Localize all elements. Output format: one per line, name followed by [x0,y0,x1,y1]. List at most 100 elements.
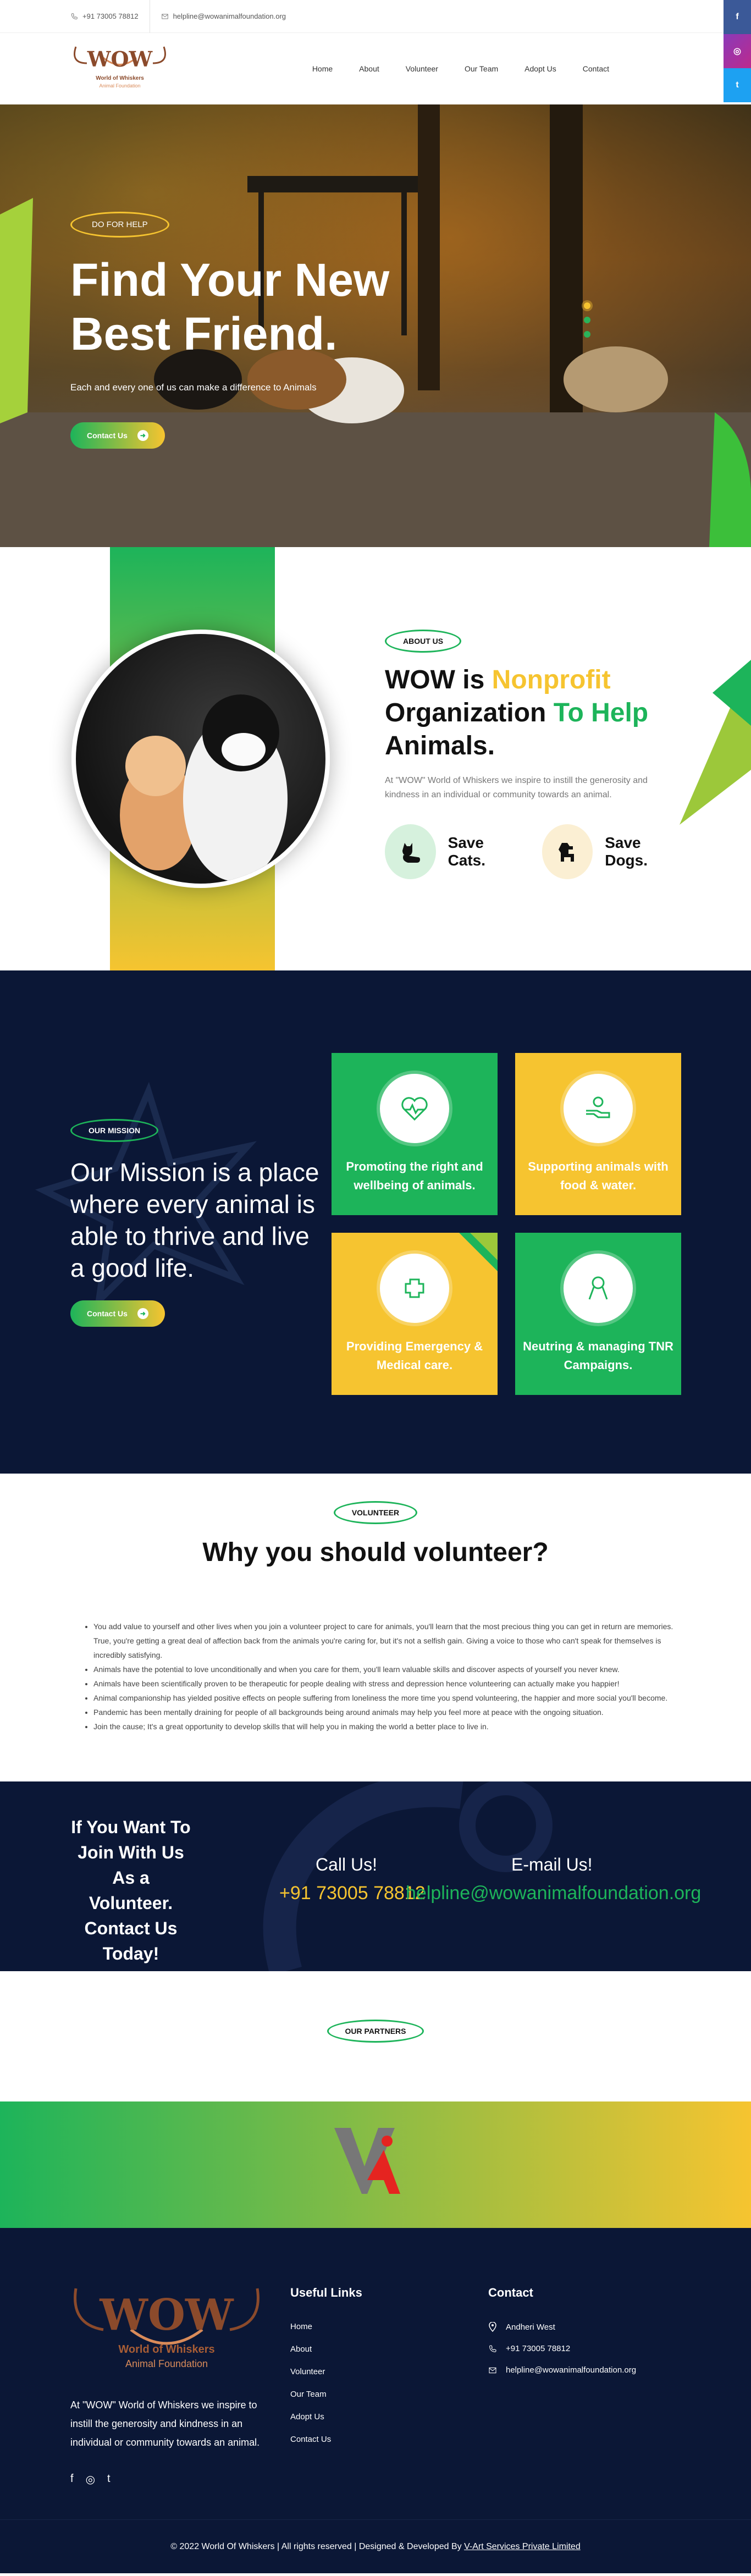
useful-links-title: Useful Links [290,2286,362,2299]
twitter-icon[interactable]: t [724,68,751,102]
about-tag: ABOUT US [385,630,462,653]
site-footer: WOW World of Whiskers Animal Foundation … [0,2228,751,2519]
nav-our-team[interactable]: Our Team [465,64,498,73]
about-title-part: WOW is [385,665,492,694]
footer-logo-line2: Animal Foundation [125,2358,208,2369]
site-logo[interactable]: WOW World of Whiskers Animal Foundation [70,41,169,96]
floating-social-bar: f ◎ t [724,0,751,102]
dog-icon [542,824,593,879]
mission-text: OUR MISSION Our Mission is a place where… [70,1119,323,1327]
footer-link-contact[interactable]: Contact Us [290,2435,362,2444]
footer-link-volunteer[interactable]: Volunteer [290,2367,362,2376]
list-item: Animals have the potential to love uncon… [93,1662,676,1676]
volunteer-tag: VOLUNTEER [333,1501,418,1524]
partners-logo-strip [0,2101,751,2228]
footer-email[interactable]: helpline@wowanimalfoundation.org [488,2365,636,2375]
save-cats: Save Cats. [385,824,520,879]
list-item: Join the cause; It's a great opportunity… [93,1719,676,1734]
footer-link-adopt-us[interactable]: Adopt Us [290,2412,362,2421]
facebook-icon[interactable]: f [724,0,751,34]
card-corner-decoration [459,1233,498,1271]
volunteer-reasons-list: You add value to yourself and other live… [82,1619,676,1734]
main-nav: Home About Volunteer Our Team Adopt Us C… [312,64,609,73]
mission-contact-button[interactable]: Contact Us ➜ [70,1300,165,1327]
logo-word: WOW [87,47,153,71]
footer-logo-word: WOW [99,2290,234,2340]
hero-title-line2: Best Friend. [70,308,338,360]
heart-pulse-icon [380,1074,449,1143]
logo-line1: World of Whiskers [96,75,144,81]
about-cat-dog-image [71,630,330,888]
partner-logo[interactable] [334,2128,417,2199]
volunteer-section: VOLUNTEER Why you should volunteer? You … [0,1474,751,1781]
mail-icon [489,2367,496,2373]
mission-cards: Promoting the right and wellbeing of ani… [332,1053,681,1395]
footer-address-text: Andheri West [506,2322,555,2332]
twitter-icon[interactable]: t [107,2473,111,2486]
footer-email-text: helpline@wowanimalfoundation.org [506,2365,637,2375]
mission-card: Neutring & managing TNR Campaigns. [515,1233,681,1395]
instagram-icon[interactable]: ◎ [724,34,751,68]
footer-logo[interactable]: WOW World of Whiskers Animal Foundation [70,2286,263,2376]
footer-description: At "WOW" World of Whiskers we inspire to… [70,2400,260,2448]
call-us-value[interactable]: +91 73005 78812 [279,1879,426,1907]
email-us-value[interactable]: helpline@wowanimalfoundation.org [406,1879,701,1907]
footer-logo-line1: World of Whiskers [118,2343,214,2356]
hero-section: DO FOR HELP Find Your New Best Friend. Ea… [0,104,751,547]
partners-section: OUR PARTNERS [0,1971,751,2101]
topbar-phone[interactable]: +91 73005 78812 [70,12,150,20]
phone-icon [71,13,78,19]
phone-icon [489,2345,496,2352]
footer-link-home[interactable]: Home [290,2322,362,2331]
volunteer-heading: VOLUNTEER Why you should volunteer? [0,1474,751,1568]
about-title: WOW is Nonprofit Organization To Help An… [385,664,682,763]
about-pets: Save Cats. Save Dogs. [385,824,682,879]
hero-title-line1: Find Your New [70,254,390,306]
footer-contact: Contact Andheri West +91 73005 78812 hel… [488,2286,636,2387]
list-item: Pandemic has been mentally draining for … [93,1705,676,1719]
decorative-shape [680,660,751,825]
slider-dot-3[interactable] [584,331,590,338]
list-item: You add value to yourself and other live… [93,1619,676,1662]
hero-contact-button[interactable]: Contact Us ➜ [70,422,165,449]
contact-band: If You Want To Join With Us As a Volunte… [0,1781,751,1971]
slider-dot-2[interactable] [584,317,590,323]
location-pin-icon [489,2322,496,2332]
facebook-icon[interactable]: f [70,2473,74,2486]
call-us-label: Call Us! [316,1855,378,1874]
copyright-bar: © 2022 World Of Whiskers | All rights re… [0,2519,751,2573]
arrow-right-icon: ➜ [137,430,148,441]
site-header: WOW World of Whiskers Animal Foundation … [0,33,751,104]
footer-link-our-team[interactable]: Our Team [290,2390,362,2399]
email-us: E-mail Us! helpline@wowanimalfoundation.… [406,1850,701,1907]
nav-volunteer[interactable]: Volunteer [406,64,438,73]
about-title-part: Animals. [385,731,495,760]
developer-link[interactable]: V-Art Services Private Limited [464,2542,581,2552]
about-title-highlight: To Help [553,698,649,727]
volunteer-title: Why you should volunteer? [202,1538,549,1567]
save-cats-label: Save Cats. [448,834,486,869]
instagram-icon[interactable]: ◎ [86,2473,95,2486]
list-item: Animals have been scientifically proven … [93,1676,676,1691]
mission-card-title: Supporting animals with food & water. [528,1160,669,1192]
partners-tag: OUR PARTNERS [327,2020,424,2043]
nav-about[interactable]: About [359,64,379,73]
about-description: At "WOW" World of Whiskers we inspire to… [385,776,648,799]
footer-phone[interactable]: +91 73005 78812 [488,2344,636,2353]
mission-card-title: Neutring & managing TNR Campaigns. [523,1339,673,1372]
mission-contact-button-label: Contact Us [87,1309,128,1318]
footer-address: Andheri West [488,2322,636,2332]
topbar-email[interactable]: helpline@wowanimalfoundation.org [161,12,297,20]
nav-home[interactable]: Home [312,64,333,73]
top-bar: +91 73005 78812 helpline@wowanimalfounda… [0,0,751,102]
hero-tag: DO FOR HELP [70,212,169,238]
save-dogs: Save Dogs. [542,824,682,879]
footer-social: f ◎ t [70,2473,111,2486]
hero-subtitle: Each and every one of us can make a diff… [70,382,317,393]
mission-section: OUR MISSION Our Mission is a place where… [0,970,751,1474]
footer-link-about[interactable]: About [290,2345,362,2354]
nav-adopt-us[interactable]: Adopt Us [524,64,556,73]
slider-dot-1[interactable] [584,302,590,309]
nav-contact[interactable]: Contact [583,64,609,73]
topbar-email-text: helpline@wowanimalfoundation.org [173,12,286,20]
